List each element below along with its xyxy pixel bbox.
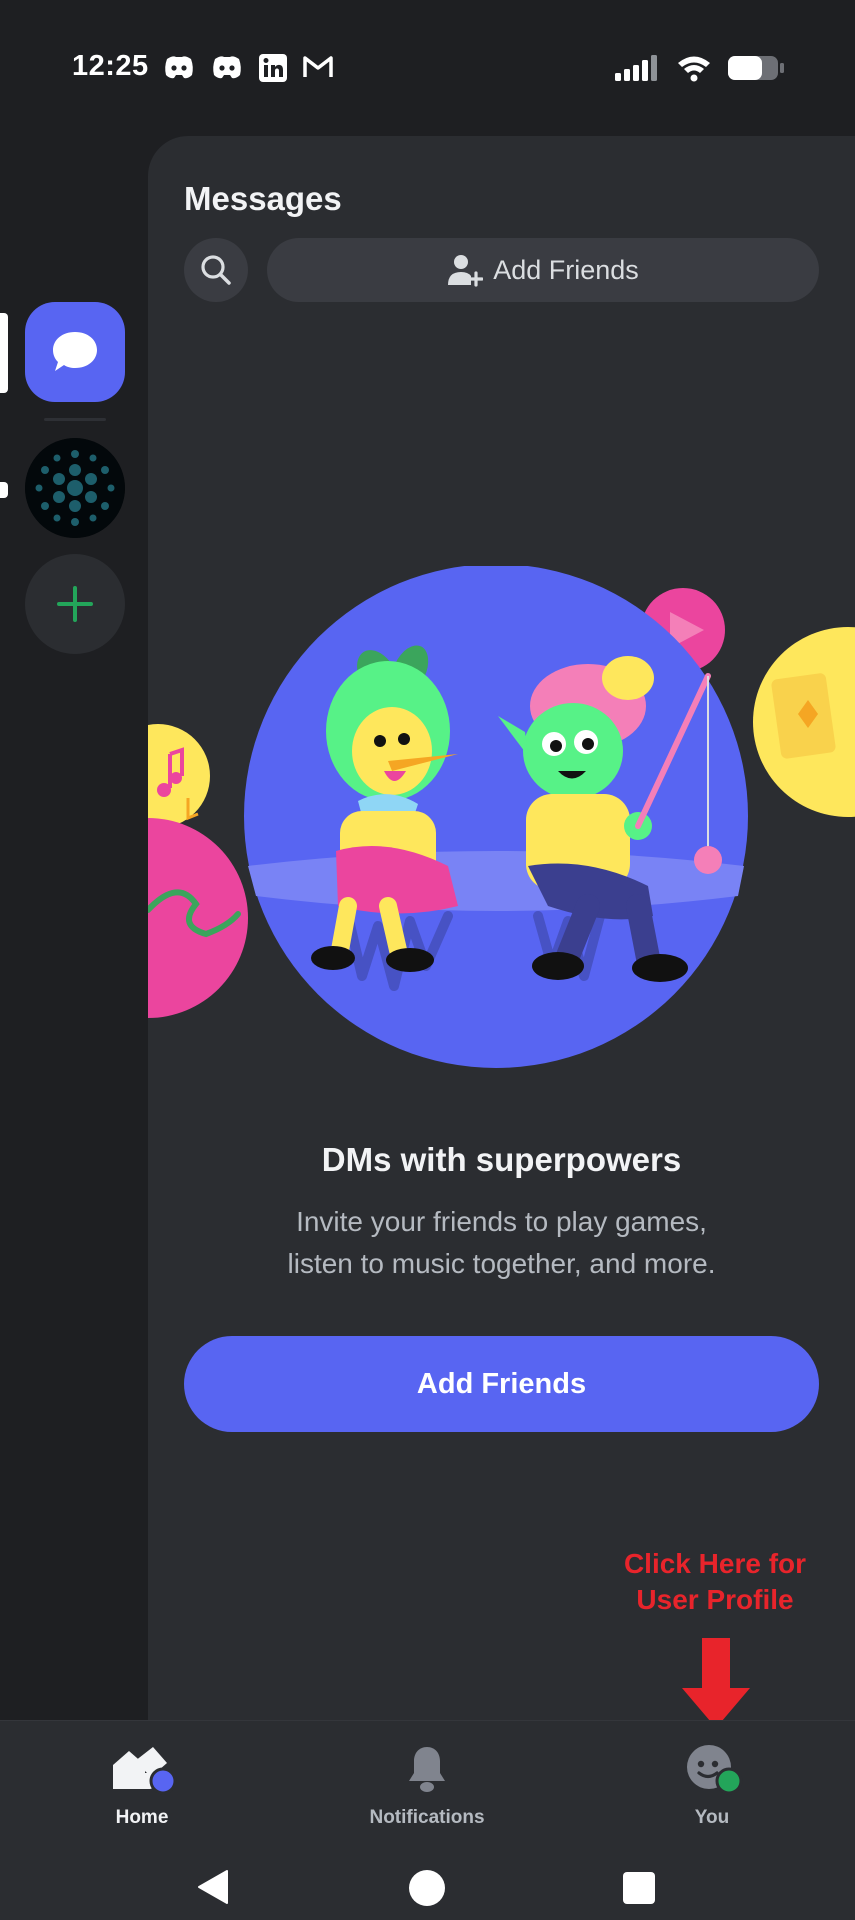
search-button[interactable] <box>184 238 248 302</box>
nav-notifications-label: Notifications <box>369 1807 485 1828</box>
linkedin-icon <box>259 54 287 82</box>
battery-icon <box>728 56 784 80</box>
annotation-line-1: Click Here for <box>623 1548 807 1579</box>
avatar-icon <box>687 1745 743 1795</box>
empty-state-line-2: listen to music together, and more. <box>287 1248 716 1279</box>
gmail-icon <box>303 56 333 77</box>
empty-state-line-1: Invite your friends to play games, <box>296 1206 707 1237</box>
add-server-button[interactable] <box>25 554 125 654</box>
messages-panel: Messages Add Friends DMs with superpower… <box>148 136 855 1720</box>
plus-icon <box>57 586 93 622</box>
status-bar: 12:25 <box>0 0 855 140</box>
annotation-arrow-icon <box>682 1638 750 1728</box>
annotation-line-2: User Profile <box>636 1584 794 1615</box>
back-icon[interactable] <box>195 1869 231 1905</box>
search-icon <box>201 255 231 285</box>
status-time: 12:25 <box>72 50 149 82</box>
nav-you-label: You <box>694 1807 730 1828</box>
discord-icon <box>165 56 193 79</box>
home-icon <box>113 1747 177 1795</box>
empty-state-description: Invite your friends to play games, liste… <box>208 1201 795 1285</box>
selected-indicator <box>0 313 8 393</box>
bottom-navigation: Home Notifications You <box>0 1720 855 1920</box>
home-circle-icon[interactable] <box>408 1869 446 1907</box>
nav-you[interactable]: You <box>612 1743 812 1829</box>
unread-indicator <box>0 482 8 498</box>
add-friends-button[interactable]: Add Friends <box>184 1336 819 1432</box>
discord-icon <box>213 56 241 79</box>
nav-home-label: Home <box>115 1807 169 1828</box>
bell-icon <box>409 1747 445 1792</box>
chat-bubble-icon <box>53 332 97 371</box>
empty-state-title: DMs with superpowers <box>321 1141 682 1178</box>
add-friends-header-label: Add Friends <box>493 254 639 285</box>
add-friends-header-button[interactable]: Add Friends <box>267 238 819 302</box>
server-rail <box>0 140 148 1720</box>
add-friend-icon <box>448 255 484 287</box>
server-avatar <box>25 438 125 538</box>
signal-icon <box>615 55 657 81</box>
nav-notifications[interactable]: Notifications <box>327 1743 527 1829</box>
system-navigation-bar <box>0 1851 855 1920</box>
recents-icon[interactable] <box>622 1871 656 1905</box>
rail-divider <box>44 418 106 421</box>
direct-messages-button[interactable] <box>25 302 125 402</box>
nav-home[interactable]: Home <box>42 1743 242 1829</box>
server-icon[interactable] <box>25 438 125 538</box>
wifi-icon <box>678 56 710 82</box>
annotation-text: Click Here for User Profile <box>590 1546 840 1618</box>
page-title: Messages <box>184 180 342 217</box>
